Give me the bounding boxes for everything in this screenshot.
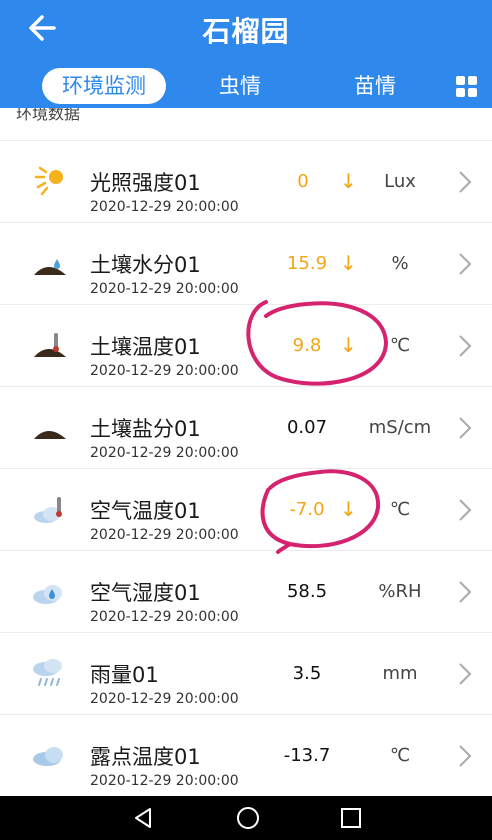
sensor-time: 2020-12-29 20:00:00: [90, 445, 239, 461]
sensor-value: -7.0: [289, 499, 325, 520]
section-title: 环境数据: [16, 108, 81, 123]
sensor-unit: ℃: [389, 745, 411, 766]
recents-square-icon[interactable]: [340, 807, 362, 829]
sensor-row-air-temp[interactable]: 空气温度01 2020-12-29 20:00:00 -7.0 ↓ ℃: [0, 468, 492, 551]
soil-thermometer-icon: [34, 333, 66, 357]
dew-cloud-icon: [33, 747, 63, 766]
sensor-unit: mS/cm: [368, 417, 432, 438]
sensor-name: 土壤水分01: [90, 253, 201, 277]
sensor-row-light[interactable]: 光照强度01 2020-12-29 20:00:00 0 ↓ Lux: [0, 140, 492, 223]
soil-water-icon: [34, 259, 66, 275]
sensor-row-soil-temp[interactable]: 土壤温度01 2020-12-29 20:00:00 9.8 ↓ ℃: [0, 304, 492, 387]
sensor-name: 土壤温度01: [90, 335, 201, 359]
sensor-name: 光照强度01: [90, 171, 201, 195]
sensor-unit: %: [391, 253, 409, 274]
sensor-name: 空气湿度01: [90, 581, 201, 605]
chevron-right-icon: [459, 745, 472, 767]
sensor-value: -13.7: [283, 745, 331, 766]
sensor-time: 2020-12-29 20:00:00: [90, 609, 239, 625]
sun-icon: [34, 166, 63, 196]
sensor-time: 2020-12-29 20:00:00: [90, 281, 239, 297]
sensor-name: 土壤盐分01: [90, 417, 201, 441]
sensor-unit: mm: [382, 663, 418, 684]
sensor-time: 2020-12-29 20:00:00: [90, 363, 239, 379]
sensor-time: 2020-12-29 20:00:00: [90, 773, 239, 789]
sensor-time: 2020-12-29 20:00:00: [90, 199, 239, 215]
sensor-value: 3.5: [292, 663, 322, 684]
cloud-drop-icon: [33, 585, 62, 604]
tab-pests[interactable]: 虫情: [205, 68, 275, 104]
sensor-row-dew-point[interactable]: 露点温度01 2020-12-29 20:00:00 -13.7 ℃: [0, 714, 492, 797]
rain-cloud-icon: [33, 659, 62, 686]
sensor-row-soil-salt[interactable]: 土壤盐分01 2020-12-29 20:00:00 0.07 mS/cm: [0, 386, 492, 469]
sensor-value: 0.07: [286, 417, 328, 438]
sensor-name: 空气温度01: [90, 499, 201, 523]
sensor-row-soil-water[interactable]: 土壤水分01 2020-12-29 20:00:00 15.9 ↓ %: [0, 222, 492, 305]
grid-menu-icon[interactable]: [456, 76, 478, 98]
app-header: 石榴园 环境监测 虫情 苗情: [0, 0, 492, 108]
home-circle-icon[interactable]: [236, 806, 260, 830]
sensor-unit: ℃: [389, 499, 411, 520]
chevron-right-icon: [459, 253, 472, 275]
sensor-unit: ℃: [389, 335, 411, 356]
page-title: 石榴园: [202, 15, 290, 48]
sensor-unit: %RH: [378, 581, 422, 602]
chevron-right-icon: [459, 417, 472, 439]
sensor-value: 58.5: [286, 581, 328, 602]
back-triangle-icon[interactable]: [132, 807, 154, 829]
soil-mound-icon: [34, 431, 66, 439]
sensor-unit: Lux: [384, 171, 416, 192]
chevron-right-icon: [459, 499, 472, 521]
chevron-right-icon: [459, 335, 472, 357]
sensor-value: 15.9: [286, 253, 328, 274]
tab-environment[interactable]: 环境监测: [42, 68, 166, 104]
chevron-right-icon: [459, 581, 472, 603]
sensor-name: 雨量01: [90, 663, 159, 687]
sensor-name: 露点温度01: [90, 745, 201, 769]
sensor-row-air-humidity[interactable]: 空气湿度01 2020-12-29 20:00:00 58.5 %RH: [0, 550, 492, 633]
chevron-right-icon: [459, 171, 472, 193]
system-navbar: [0, 796, 492, 840]
sensor-value: 9.8: [292, 335, 322, 356]
sensor-time: 2020-12-29 20:00:00: [90, 691, 239, 707]
sensor-value: 0: [297, 171, 309, 192]
tab-seedlings[interactable]: 苗情: [340, 68, 410, 104]
sensor-time: 2020-12-29 20:00:00: [90, 527, 239, 543]
chevron-right-icon: [459, 663, 472, 685]
air-thermometer-icon: [34, 497, 62, 523]
sensor-row-rainfall[interactable]: 雨量01 2020-12-29 20:00:00 3.5 mm: [0, 632, 492, 715]
